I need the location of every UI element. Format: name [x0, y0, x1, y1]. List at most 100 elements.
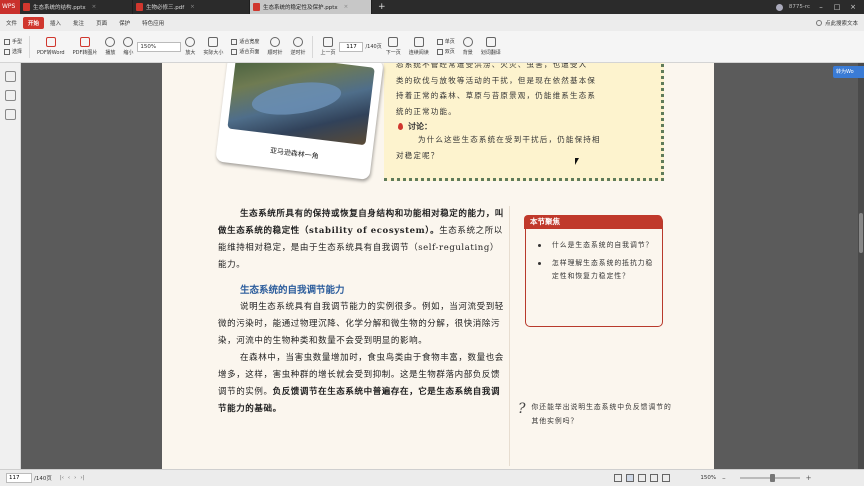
single-page-button[interactable]: 单页: [436, 38, 455, 45]
page-input[interactable]: [339, 41, 364, 52]
tab-biology-pdf[interactable]: 生物必修三.pdf ×: [133, 0, 250, 14]
focus-list: 什么是生态系统的自我调节？ 怎样理解生态系统的抵抗力稳定性和恢复力稳定性？: [538, 239, 658, 288]
menu-annotate[interactable]: 批注: [67, 19, 90, 27]
zoom-in-icon: [185, 37, 196, 47]
annotation-icon[interactable]: [4, 109, 16, 120]
play-button[interactable]: 播放: [101, 37, 119, 56]
close-icon[interactable]: ×: [344, 4, 349, 10]
menu-insert[interactable]: 插入: [44, 19, 67, 27]
fit-width-button[interactable]: 适合宽度: [231, 38, 259, 45]
fit-page-icon: [231, 48, 238, 55]
prev-page-button[interactable]: 上一页: [316, 37, 339, 56]
continuous-read-button[interactable]: 连续阅读: [405, 37, 433, 56]
double-page-icon: [436, 48, 443, 55]
background-label: 背景: [462, 50, 473, 56]
continuous-label: 连续阅读: [408, 50, 429, 56]
translate-icon: [485, 37, 496, 47]
status-page-input[interactable]: [6, 473, 32, 483]
thumbnail-icon[interactable]: [4, 71, 16, 82]
pdf-to-word-button[interactable]: PDF转Word: [33, 37, 69, 56]
arrow-left-icon: [322, 37, 333, 47]
pdf-to-image-button[interactable]: PDF转图片: [69, 37, 102, 56]
app-logo[interactable]: WPS: [0, 0, 20, 14]
discussion-line: 态系统不管经常遭受洪涝、火灾、虫害，也遭受人: [396, 63, 588, 69]
menu-page[interactable]: 页面: [90, 19, 113, 27]
view-single-icon[interactable]: [614, 474, 623, 482]
zoom-out-button[interactable]: 缩小: [119, 37, 137, 56]
search-label: 点此搜索文本: [824, 20, 858, 27]
think-text: 你还能举出说明生态系统中负反馈调节的其他实例吗？: [531, 403, 672, 425]
search-box[interactable]: 点此搜索文本: [815, 19, 864, 27]
play-icon: [105, 37, 116, 47]
close-icon[interactable]: ×: [92, 4, 97, 10]
drop-icon: [398, 123, 403, 130]
background-button[interactable]: 背景: [459, 37, 477, 56]
tabbar-right: 8775-rc – □ ×: [775, 0, 864, 14]
page-total: /140页: [365, 44, 382, 50]
first-page-icon[interactable]: |‹: [60, 475, 64, 481]
double-page-button[interactable]: 双页: [436, 48, 455, 55]
convert-to-word-badge[interactable]: 转为Wo: [833, 66, 864, 78]
discussion-line: 统的正常功能。: [396, 106, 457, 116]
focus-title: 本节聚焦: [524, 215, 662, 229]
avatar[interactable]: [775, 3, 783, 11]
tab-ecosystem-structure[interactable]: 生态系统的结构.pptx ×: [20, 0, 133, 14]
double-page-label: 双页: [444, 49, 455, 55]
zoom-minus-icon[interactable]: –: [722, 474, 726, 482]
document-canvas[interactable]: 态系统不管经常遭受洪涝、火灾、虫害，也遭受人 类的砍伐与放牧等活动的干扰，但是现…: [21, 63, 864, 469]
zoom-plus-icon[interactable]: +: [806, 474, 812, 482]
next-page-icon[interactable]: ›: [74, 475, 76, 481]
rotate-clockwise-button[interactable]: 顺时针: [263, 37, 286, 56]
view-book-icon[interactable]: [650, 474, 659, 482]
fullscreen-icon[interactable]: [662, 474, 671, 482]
zoom-in-button[interactable]: 放大: [181, 37, 199, 56]
pdf-file-icon: [136, 3, 143, 11]
menu-bar: 文件 开始 插入 批注 页面 保护 特色应用 点此搜索文本: [0, 14, 864, 31]
actual-size-label: 实际大小: [203, 50, 224, 56]
tab-ecosystem-stability[interactable]: 生态系统的稳定性及保护.pptx ×: [250, 0, 372, 14]
zoom-out-label: 缩小: [123, 50, 134, 56]
maximize-icon[interactable]: □: [832, 3, 842, 11]
zoom-slider[interactable]: [739, 474, 800, 482]
fit-page-button[interactable]: 适合页面: [231, 48, 259, 55]
bookmark-icon[interactable]: [4, 90, 16, 101]
user-label[interactable]: 8775-rc: [789, 4, 810, 10]
close-window-icon[interactable]: ×: [848, 3, 858, 11]
minimize-icon[interactable]: –: [816, 3, 826, 11]
main-text: 生态系统所具有的保持或恢复自身结构和功能相对稳定的能力，叫做生态系统的稳定性（s…: [218, 206, 504, 418]
tab-label: 生态系统的稳定性及保护.pptx: [263, 5, 338, 11]
prev-page-label: 上一页: [320, 50, 336, 56]
hand-icon: [4, 38, 10, 45]
menu-file[interactable]: 文件: [0, 19, 23, 27]
pptx-file-icon: [23, 3, 30, 11]
rotate-counterclockwise-button[interactable]: 逆时针: [286, 37, 309, 56]
pdf-to-image-label: PDF转图片: [72, 50, 98, 56]
select-tool[interactable]: 选择: [4, 48, 22, 55]
translate-button[interactable]: 划词翻译: [477, 37, 505, 56]
close-icon[interactable]: ×: [190, 4, 195, 10]
divider: [312, 35, 314, 58]
view-continuous-icon[interactable]: [626, 474, 635, 482]
list-item: 什么是生态系统的自我调节？: [538, 239, 658, 253]
translate-label: 划词翻译: [480, 50, 501, 56]
new-tab-button[interactable]: +: [372, 0, 392, 14]
menu-start[interactable]: 开始: [23, 16, 45, 29]
rotate-ccw-icon: [292, 37, 303, 47]
prev-page-icon[interactable]: ‹: [68, 475, 70, 481]
status-zoom-value: 150%: [700, 475, 717, 481]
vertical-scrollbar[interactable]: [858, 63, 864, 469]
scrollbar-thumb[interactable]: [859, 213, 863, 253]
zoom-slider-knob[interactable]: [769, 474, 775, 482]
hand-tool[interactable]: 手型: [4, 38, 22, 45]
menu-protect[interactable]: 保护: [113, 19, 136, 27]
actual-size-button[interactable]: 实际大小: [199, 37, 227, 56]
zoom-select[interactable]: 150%: [137, 41, 182, 52]
last-page-icon[interactable]: ›|: [80, 475, 84, 481]
rotate-cw-label: 顺时针: [267, 50, 283, 56]
column-divider: [509, 206, 510, 466]
next-page-button[interactable]: 下一页: [382, 37, 405, 56]
pdf-page: 态系统不管经常遭受洪涝、火灾、虫害，也遭受人 类的砍伐与放牧等活动的干扰，但是现…: [162, 63, 714, 469]
view-double-icon[interactable]: [638, 474, 647, 482]
fit-page-label: 适合页面: [239, 49, 260, 55]
menu-features[interactable]: 特色应用: [136, 19, 170, 27]
